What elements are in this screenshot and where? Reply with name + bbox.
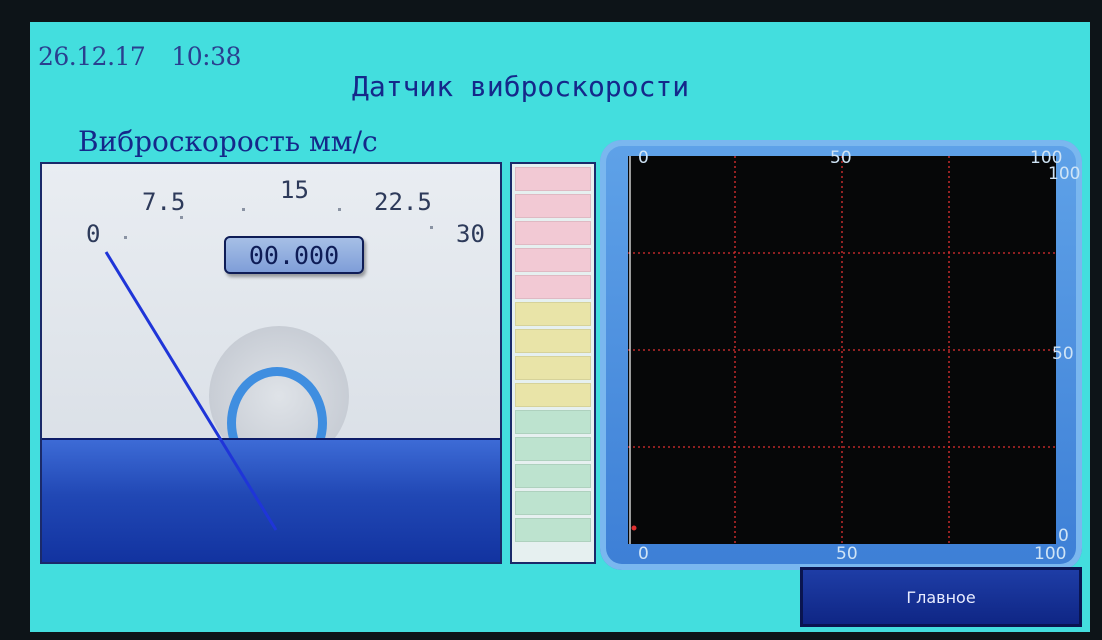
trend-right-label-50: 50 [1052,344,1074,364]
bargraph-segment [515,248,591,272]
trend-chart: 0 50 100 100 50 0 0 50 100 [600,140,1082,570]
bargraph-segment [515,383,591,407]
bargraph-segment [515,518,591,542]
bargraph-segment [515,410,591,434]
bargraph-segment [515,275,591,299]
trend-grid [628,156,1056,544]
trend-right-label-0: 0 [1058,526,1069,546]
page-title: Датчик виброскорости [352,70,690,103]
trend-bottom-label-50: 50 [836,544,858,564]
time-text: 10:38 [171,42,241,71]
bargraph-segment [515,437,591,461]
trend-top-label-50: 50 [830,148,852,168]
trend-top-label-0: 0 [638,148,649,168]
main-menu-button[interactable]: Главное [800,567,1082,627]
trend-plot-area [628,156,1056,544]
datetime: 26.12.17 10:38 [38,42,267,71]
trend-bottom-label-100: 100 [1034,544,1067,564]
gauge-label: Виброскорость мм/с [78,125,378,158]
hmi-screen: 26.12.17 10:38 Датчик виброскорости Вибро… [30,22,1090,632]
bargraph-segment [515,491,591,515]
bargraph-segment [515,302,591,326]
bargraph-segment [515,221,591,245]
bargraph-segment [515,167,591,191]
bargraph-segment [515,194,591,218]
bargraph-segment [515,356,591,380]
date-text: 26.12.17 [38,42,146,71]
velocity-gauge: 0 7.5 15 22.5 30 00.000 [40,162,502,564]
level-bargraph [510,162,596,564]
bargraph-segment [515,464,591,488]
bargraph-segment [515,329,591,353]
trend-bottom-label-0: 0 [638,544,649,564]
trend-right-label-100: 100 [1048,164,1081,184]
gauge-needle [104,251,278,531]
